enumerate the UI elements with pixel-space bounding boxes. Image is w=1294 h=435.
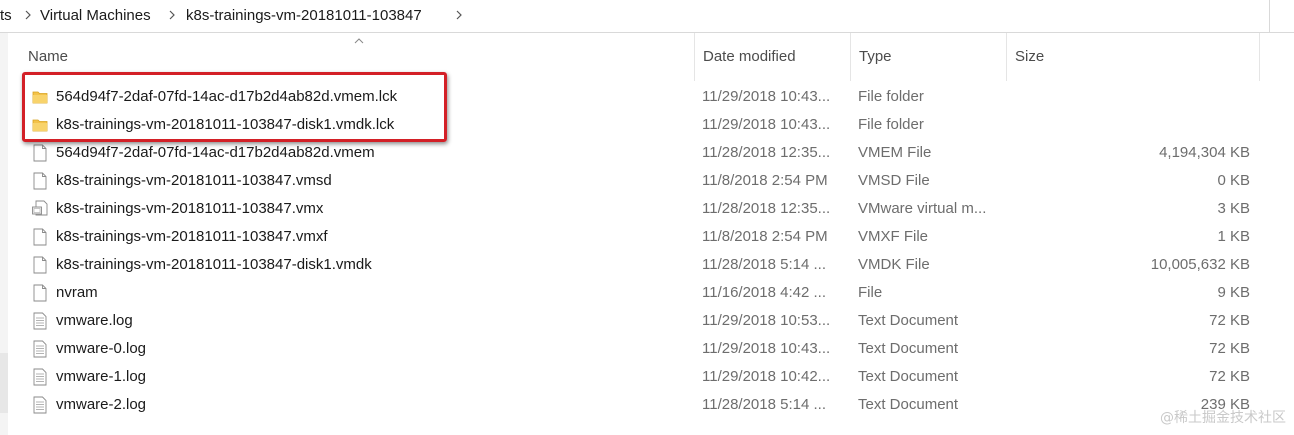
- file-date-modified: 11/29/2018 10:43...: [702, 88, 831, 105]
- column-header-type[interactable]: Type: [851, 33, 1007, 81]
- file-date-modified: 11/28/2018 5:14 ...: [702, 256, 826, 273]
- file-type: File folder: [858, 116, 924, 133]
- file-row[interactable]: vmware-2.log 11/28/2018 5:14 ... Text Do…: [8, 391, 1270, 419]
- file-name: vmware.log: [56, 312, 133, 329]
- column-header-label: Name: [28, 48, 69, 65]
- file-name: k8s-trainings-vm-20181011-103847.vmsd: [56, 172, 332, 189]
- file-name: k8s-trainings-vm-20181011-103847.vmxf: [56, 228, 328, 245]
- file-row[interactable]: k8s-trainings-vm-20181011-103847-disk1.v…: [8, 251, 1270, 279]
- file-size: 9 KB: [1217, 284, 1250, 301]
- file-size: 0 KB: [1217, 172, 1250, 189]
- file-date-modified: 11/28/2018 12:35...: [702, 144, 831, 161]
- scrollbar-thumb[interactable]: [0, 353, 8, 413]
- file-name: k8s-trainings-vm-20181011-103847.vmx: [56, 200, 324, 217]
- vmx-icon: [32, 200, 48, 218]
- column-header-label: Type: [859, 48, 892, 65]
- file-size: 10,005,632 KB: [1150, 256, 1250, 273]
- file-date-modified: 11/29/2018 10:43...: [702, 116, 831, 133]
- text-file-icon: [32, 340, 48, 358]
- breadcrumb-item-current-folder[interactable]: k8s-trainings-vm-20181011-103847: [186, 7, 422, 24]
- file-row[interactable]: k8s-trainings-vm-20181011-103847.vmsd 11…: [8, 167, 1270, 195]
- chevron-right-icon[interactable]: [169, 10, 175, 20]
- file-date-modified: 11/8/2018 2:54 PM: [702, 228, 828, 245]
- file-date-modified: 11/29/2018 10:42...: [702, 368, 831, 385]
- file-type: File folder: [858, 88, 924, 105]
- file-type: VMEM File: [858, 144, 932, 161]
- file-date-modified: 11/29/2018 10:43...: [702, 340, 831, 357]
- annotation-highlight-box: [22, 72, 447, 142]
- file-icon: [32, 256, 48, 274]
- breadcrumb-item-parent[interactable]: ts: [0, 7, 12, 24]
- file-date-modified: 11/8/2018 2:54 PM: [702, 172, 828, 189]
- file-size: 3 KB: [1217, 200, 1250, 217]
- file-type: VMware virtual m...: [858, 200, 987, 217]
- file-name: nvram: [56, 284, 98, 301]
- file-icon: [32, 172, 48, 190]
- chevron-right-icon[interactable]: [25, 10, 31, 20]
- file-date-modified: 11/16/2018 4:42 ...: [702, 284, 826, 301]
- file-row[interactable]: nvram 11/16/2018 4:42 ... File 9 KB: [8, 279, 1270, 307]
- file-row[interactable]: k8s-trainings-vm-20181011-103847.vmx 11/…: [8, 195, 1270, 223]
- column-header-label: Size: [1015, 48, 1045, 65]
- text-file-icon: [32, 312, 48, 330]
- file-type: File: [858, 284, 883, 301]
- file-size: 4,194,304 KB: [1159, 144, 1250, 161]
- file-date-modified: 11/28/2018 5:14 ...: [702, 396, 826, 413]
- file-type: VMXF File: [858, 228, 929, 245]
- file-icon: [32, 228, 48, 246]
- file-date-modified: 11/29/2018 10:53...: [702, 312, 831, 329]
- file-row[interactable]: vmware-1.log 11/29/2018 10:42... Text Do…: [8, 363, 1270, 391]
- file-icon: [32, 144, 48, 162]
- file-row[interactable]: 564d94f7-2daf-07fd-14ac-d17b2d4ab82d.vme…: [8, 139, 1270, 167]
- text-file-icon: [32, 368, 48, 386]
- file-size: 72 KB: [1209, 340, 1250, 357]
- file-type: VMDK File: [858, 256, 930, 273]
- file-name: vmware-1.log: [56, 368, 147, 385]
- breadcrumb-item-virtual-machines[interactable]: Virtual Machines: [40, 7, 151, 24]
- file-row[interactable]: vmware-0.log 11/29/2018 10:43... Text Do…: [8, 335, 1270, 363]
- file-type: Text Document: [858, 340, 959, 357]
- column-header-size[interactable]: Size: [1007, 33, 1260, 81]
- file-size: 72 KB: [1209, 312, 1250, 329]
- column-header-date-modified[interactable]: Date modified: [695, 33, 851, 81]
- address-bar[interactable]: ts Virtual Machines k8s-trainings-vm-201…: [0, 0, 1294, 33]
- navigation-pane-edge: [0, 33, 8, 435]
- file-type: Text Document: [858, 312, 959, 329]
- file-type: VMSD File: [858, 172, 930, 189]
- file-type: Text Document: [858, 396, 959, 413]
- file-name: k8s-trainings-vm-20181011-103847-disk1.v…: [56, 256, 372, 273]
- file-name: 564d94f7-2daf-07fd-14ac-d17b2d4ab82d.vme…: [56, 144, 375, 161]
- column-header-label: Date modified: [703, 48, 796, 65]
- file-size: 1 KB: [1217, 228, 1250, 245]
- file-row[interactable]: k8s-trainings-vm-20181011-103847.vmxf 11…: [8, 223, 1270, 251]
- file-icon: [32, 284, 48, 302]
- watermark: @稀土掘金技术社区: [1160, 410, 1286, 426]
- file-name: vmware-0.log: [56, 340, 147, 357]
- file-date-modified: 11/28/2018 12:35...: [702, 200, 831, 217]
- file-row[interactable]: vmware.log 11/29/2018 10:53... Text Docu…: [8, 307, 1270, 335]
- file-name: vmware-2.log: [56, 396, 147, 413]
- file-type: Text Document: [858, 368, 959, 385]
- chevron-right-icon[interactable]: [456, 10, 462, 20]
- file-size: 72 KB: [1209, 368, 1250, 385]
- text-file-icon: [32, 396, 48, 414]
